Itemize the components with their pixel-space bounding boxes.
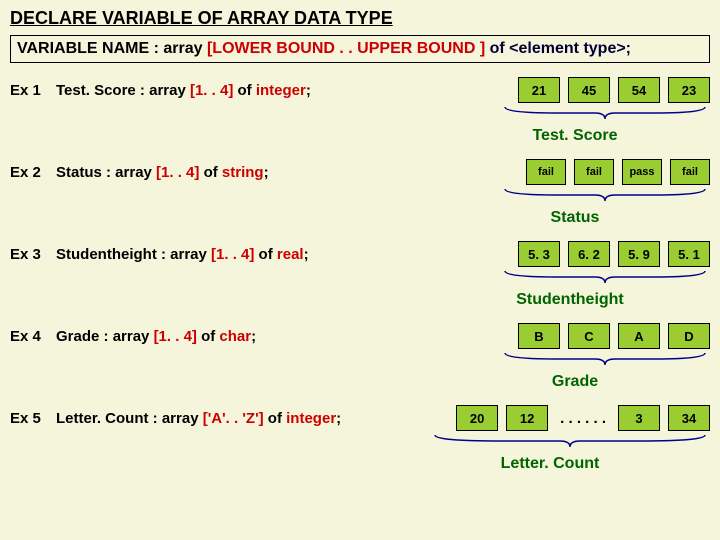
array-cell: 6. 2	[568, 241, 610, 267]
ex5-label: Ex 5	[10, 410, 56, 427]
ex5-caption: Letter. Count	[10, 455, 710, 473]
ex1-caption: Test. Score	[10, 127, 710, 145]
ex2-semi: ;	[264, 164, 269, 181]
array-cell: A	[618, 323, 660, 349]
ex5-of: of	[264, 410, 287, 427]
ex4-decl: Grade : array [1. . 4] of char;	[56, 328, 518, 345]
brace-icon	[500, 105, 710, 121]
ex4-section: Ex 4 Grade : array [1. . 4] of char; B C…	[10, 323, 710, 391]
array-cell: pass	[622, 159, 662, 185]
array-cell: 5. 9	[618, 241, 660, 267]
ex3-of: of	[254, 246, 277, 263]
ex2-bounds: [1. . 4]	[156, 164, 199, 181]
syntax-varname: VARIABLE NAME	[17, 40, 149, 57]
ex2-label: Ex 2	[10, 164, 56, 181]
array-cell: C	[568, 323, 610, 349]
array-cell: 45	[568, 77, 610, 103]
page-title: DECLARE VARIABLE OF ARRAY DATA TYPE	[10, 8, 710, 29]
ex3-type: real	[277, 246, 304, 263]
array-cell: 5. 3	[518, 241, 560, 267]
ex3-name: Studentheight	[56, 246, 157, 263]
array-cell: 54	[618, 77, 660, 103]
ex1-decl: Test. Score : array [1. . 4] of integer;	[56, 82, 518, 99]
brace-icon	[500, 351, 710, 367]
ex1-prefix: : array	[136, 82, 190, 99]
brace-icon	[500, 187, 710, 203]
ex1-of: of	[233, 82, 256, 99]
syntax-of-elem: of <element type>;	[485, 40, 631, 57]
array-cell: 3	[618, 405, 660, 431]
array-cell: 34	[668, 405, 710, 431]
array-cell: fail	[670, 159, 710, 185]
ex2-type: string	[222, 164, 264, 181]
ex5-bounds: ['A'. . 'Z']	[203, 410, 264, 427]
ex1-semi: ;	[306, 82, 311, 99]
array-cell: fail	[526, 159, 566, 185]
ex5-semi: ;	[336, 410, 341, 427]
ex1-section: Ex 1 Test. Score : array [1. . 4] of int…	[10, 77, 710, 145]
ex5-section: Ex 5 Letter. Count : array ['A'. . 'Z'] …	[10, 405, 710, 473]
array-cell: 21	[518, 77, 560, 103]
array-cell: 20	[456, 405, 498, 431]
ex4-name: Grade	[56, 328, 99, 345]
ex4-cells: B C A D	[518, 323, 710, 349]
syntax-array-kw: array	[163, 40, 207, 57]
array-cell: fail	[574, 159, 614, 185]
brace-icon	[500, 269, 710, 285]
ex5-name: Letter. Count	[56, 410, 149, 427]
ex2-prefix: : array	[102, 164, 156, 181]
ex3-label: Ex 3	[10, 246, 56, 263]
ex3-prefix: : array	[157, 246, 211, 263]
ex3-section: Ex 3 Studentheight : array [1. . 4] of r…	[10, 241, 710, 309]
ex2-section: Ex 2 Status : array [1. . 4] of string; …	[10, 159, 710, 227]
ex4-bounds: [1. . 4]	[154, 328, 197, 345]
array-cell: D	[668, 323, 710, 349]
ex4-type: char	[219, 328, 251, 345]
array-cell: 5. 1	[668, 241, 710, 267]
ex3-decl: Studentheight : array [1. . 4] of real;	[56, 246, 518, 263]
brace-icon	[430, 433, 710, 449]
ex4-label: Ex 4	[10, 328, 56, 345]
syntax-box: VARIABLE NAME : array [LOWER BOUND . . U…	[10, 35, 710, 63]
array-cell: B	[518, 323, 560, 349]
ex5-cells: 20 12 . . . . . . 3 34	[456, 405, 710, 431]
array-cell: 23	[668, 77, 710, 103]
ex2-of: of	[199, 164, 222, 181]
ex1-cells: 21 45 54 23	[518, 77, 710, 103]
ex2-caption: Status	[10, 209, 710, 227]
ex3-cells: 5. 3 6. 2 5. 9 5. 1	[518, 241, 710, 267]
ex5-decl: Letter. Count : array ['A'. . 'Z'] of in…	[56, 410, 341, 427]
ex1-name: Test. Score	[56, 82, 136, 99]
ex5-type: integer	[286, 410, 336, 427]
ex1-label: Ex 1	[10, 82, 56, 99]
ex2-decl: Status : array [1. . 4] of string;	[56, 164, 526, 181]
syntax-bounds: [LOWER BOUND . . UPPER BOUND ]	[207, 40, 485, 57]
ex4-semi: ;	[251, 328, 256, 345]
ex5-prefix: : array	[149, 410, 203, 427]
ellipsis: . . . . . .	[556, 410, 610, 427]
ex3-caption: Studentheight	[10, 291, 710, 309]
ex1-type: integer	[256, 82, 306, 99]
ex1-bounds: [1. . 4]	[190, 82, 233, 99]
array-cell: 12	[506, 405, 548, 431]
syntax-colon: :	[149, 40, 163, 57]
ex4-prefix: : array	[99, 328, 153, 345]
ex2-cells: fail fail pass fail	[526, 159, 710, 185]
ex3-bounds: [1. . 4]	[211, 246, 254, 263]
ex2-name: Status	[56, 164, 102, 181]
ex4-of: of	[197, 328, 220, 345]
ex4-caption: Grade	[10, 373, 710, 391]
ex3-semi: ;	[304, 246, 309, 263]
